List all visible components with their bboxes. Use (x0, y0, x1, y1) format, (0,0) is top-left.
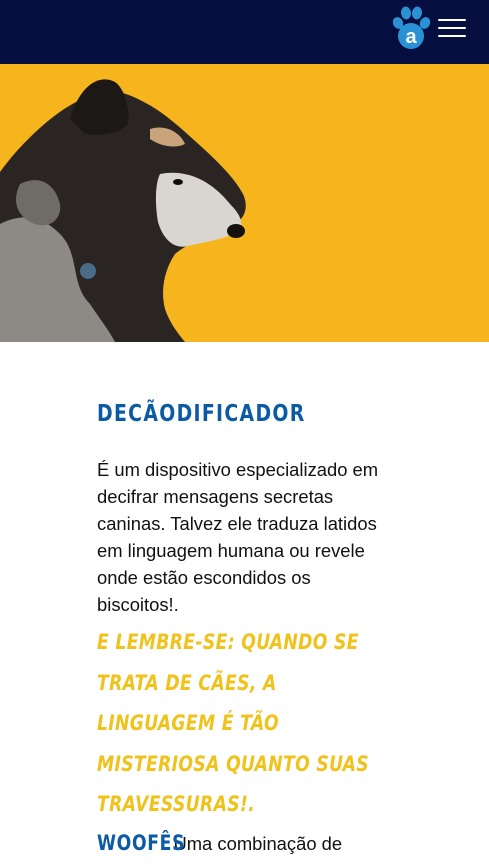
woofes-paragraph: WOOFÊS Uma combinação de (97, 825, 397, 864)
article-title: DECÃODIFICADOR (97, 401, 306, 427)
paw-logo-icon[interactable]: a (390, 6, 432, 50)
hero-dog-image (0, 64, 489, 342)
hamburger-menu-icon[interactable] (436, 16, 468, 40)
logo-letter: a (405, 26, 417, 48)
article-content: DECÃODIFICADOR É um dispositivo especial… (97, 398, 397, 864)
article-quote: E LEMBRE-SE: QUANDO SE TRATA DE CÃES, A … (97, 630, 370, 816)
top-navbar: a (0, 0, 489, 64)
woofes-term: WOOFÊS (97, 830, 186, 855)
article-description: É um dispositivo especializado em decifr… (97, 459, 379, 615)
woofes-text: Uma combinação de (173, 832, 343, 854)
